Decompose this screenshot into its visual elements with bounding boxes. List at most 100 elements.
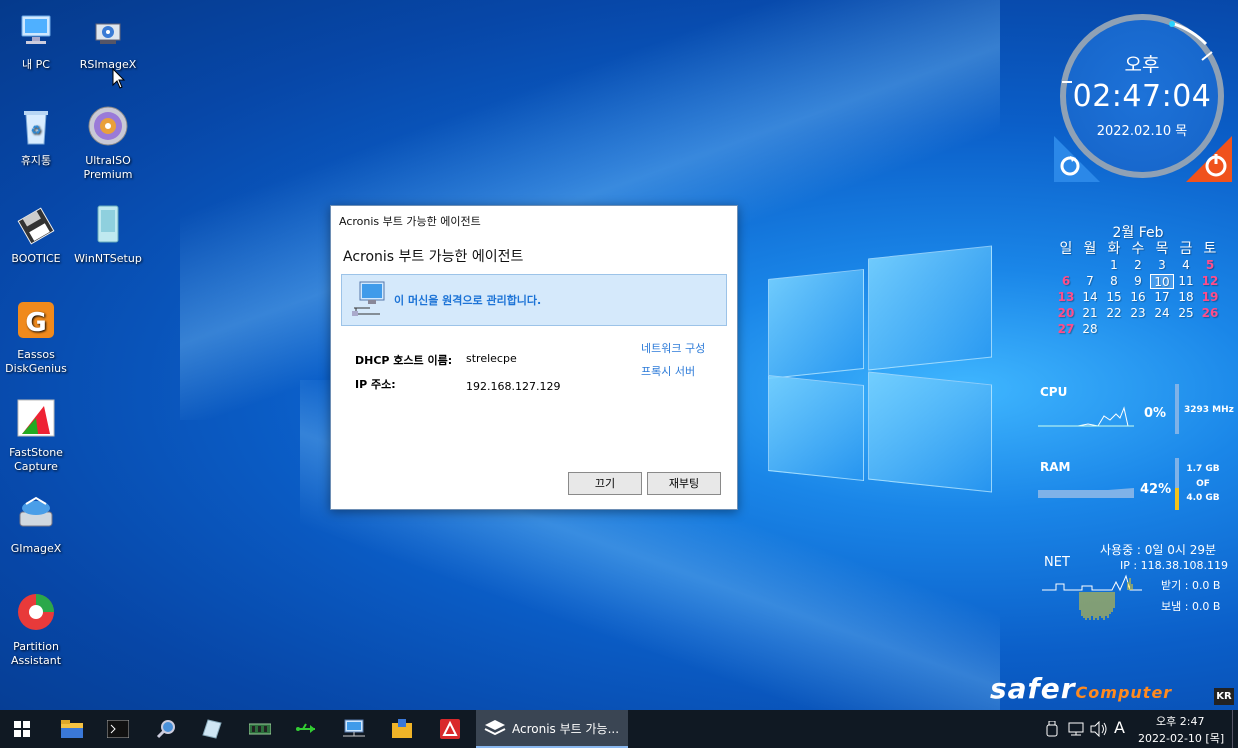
ip-address-label: IP 주소:	[355, 378, 396, 391]
folder-icon	[61, 720, 83, 738]
taskbar-active-window[interactable]: Acronis 부트 가능...	[476, 710, 628, 748]
ram-used: 1.7 GB	[1186, 464, 1220, 474]
desktop-icon-gimagex[interactable]: GImageX	[0, 494, 72, 556]
calendar-day[interactable]: 3	[1150, 258, 1174, 273]
calendar-day	[1078, 258, 1102, 273]
layers-icon	[484, 720, 506, 736]
desktop-icon-faststone[interactable]: FastStone Capture	[0, 398, 72, 474]
network-config-link[interactable]: 네트워크 구성	[641, 340, 705, 356]
calendar-day[interactable]: 11	[1174, 274, 1198, 289]
calendar-day[interactable]: 5	[1198, 258, 1222, 273]
ime-indicator[interactable]: KR	[1214, 688, 1234, 705]
desktop-icon-label: 휴지통	[20, 154, 52, 167]
proxy-server-link[interactable]: 프록시 서버	[641, 363, 695, 379]
calendar-day[interactable]: 6	[1054, 274, 1078, 289]
floppy-icon	[14, 204, 58, 248]
active-window-title: Acronis 부트 가능...	[512, 721, 620, 736]
calendar-day[interactable]: 21	[1078, 306, 1102, 321]
calendar-day[interactable]: 27	[1054, 322, 1078, 337]
calendar-widget: 2월 Feb 일 월 화 수 목 금 토 1 2 3 4 5 6 7 8 9 10 11 12 13 14 15 16 17 1…	[1054, 222, 1222, 337]
calendar-day	[1126, 322, 1150, 337]
calendar-day[interactable]: 1	[1102, 258, 1126, 273]
start-button[interactable]	[0, 710, 44, 748]
cpu-label: CPU	[1040, 385, 1068, 399]
calendar-day	[1198, 322, 1222, 337]
net-uptime: 사용중 : 0일 0시 29분	[1100, 543, 1217, 557]
calendar-day[interactable]: 17	[1150, 290, 1174, 305]
ram-total: 4.0 GB	[1186, 493, 1220, 503]
network-monitor-icon	[343, 719, 365, 737]
desktop-icon-recycle-bin[interactable]: ♻ 휴지통	[0, 106, 72, 168]
shutdown-button[interactable]: 끄기	[568, 472, 642, 495]
taskbar-search[interactable]	[144, 710, 188, 748]
calendar-day[interactable]: 23	[1126, 306, 1150, 321]
network-tray-icon[interactable]	[1068, 722, 1084, 736]
calendar-day[interactable]: 2	[1126, 258, 1150, 273]
power-icon	[1186, 136, 1232, 182]
taskbar-clock-time[interactable]: 오후 2:47	[1156, 713, 1204, 729]
show-desktop-button[interactable]	[1232, 710, 1238, 748]
taskbar-notepad[interactable]	[190, 710, 234, 748]
calendar-day[interactable]: 16	[1126, 290, 1150, 305]
desktop-icon-diskgenius[interactable]: G Eassos DiskGenius	[0, 300, 72, 376]
calendar-weekday: 수	[1131, 241, 1145, 257]
taskbar-acronis-app[interactable]	[428, 710, 472, 748]
calendar-day[interactable]: 14	[1078, 290, 1102, 305]
calendar-day[interactable]: 20	[1054, 306, 1078, 321]
calendar-day[interactable]: 24	[1150, 306, 1174, 321]
calendar-day[interactable]: 22	[1102, 306, 1126, 321]
calendar-day[interactable]: 18	[1174, 290, 1198, 305]
calendar-grid: 일 월 화 수 목 금 토 1 2 3 4 5 6 7 8 9 10 11 12 13 14 15 16 17 18 19 20 21…	[1054, 242, 1222, 337]
taskbar-file-explorer[interactable]	[50, 710, 94, 748]
ram-label: RAM	[1040, 460, 1071, 474]
calendar-day[interactable]: 10	[1150, 274, 1174, 289]
calendar-month-title: 2월 Feb	[1112, 225, 1164, 241]
calendar-day[interactable]: 28	[1078, 322, 1102, 337]
banner-text: 이 머신을 원격으로 관리합니다.	[394, 294, 542, 307]
restart-button[interactable]	[1052, 136, 1100, 182]
reboot-button[interactable]: 재부팅	[647, 472, 721, 495]
usb-icon	[296, 723, 315, 733]
taskbar-memory-tool[interactable]	[238, 710, 282, 748]
calendar-day[interactable]: 4	[1174, 258, 1198, 273]
calendar-day[interactable]: 25	[1174, 306, 1198, 321]
mouse-cursor-icon	[112, 68, 126, 89]
input-language-indicator[interactable]: A	[1114, 718, 1125, 737]
taskbar-network-tool[interactable]	[332, 710, 376, 748]
calendar-day[interactable]: 19	[1198, 290, 1222, 305]
taskbar-setup-tool[interactable]	[380, 710, 424, 748]
calendar-weekday: 금	[1179, 241, 1193, 257]
installer-box-icon	[392, 719, 412, 738]
taskbar-usb-tool[interactable]	[284, 710, 328, 748]
calendar-weekday: 월	[1083, 241, 1097, 257]
winntsetup-icon	[86, 204, 130, 248]
desktop-icon-winntsetup[interactable]: WinNTSetup	[72, 204, 144, 266]
usb-drive-icon[interactable]	[1046, 721, 1058, 737]
calendar-day[interactable]: 12	[1198, 274, 1222, 289]
taskbar-command-prompt[interactable]	[96, 710, 140, 748]
desktop-icon-label: BOOTICE	[11, 252, 61, 265]
network-computer-icon	[350, 278, 386, 322]
calendar-day[interactable]: 8	[1102, 274, 1126, 289]
gimagex-icon	[14, 494, 58, 538]
calendar-day[interactable]: 15	[1102, 290, 1126, 305]
calendar-day[interactable]: 13	[1054, 290, 1078, 305]
taskbar-clock-date[interactable]: 2022-02-10 [목]	[1138, 730, 1224, 746]
rsimagex-icon	[86, 10, 130, 54]
desktop-icon-rsimagex[interactable]: RSImageX	[72, 10, 144, 72]
volume-icon[interactable]	[1090, 721, 1108, 737]
calendar-weekday: 목	[1155, 241, 1169, 257]
calendar-day[interactable]: 26	[1198, 306, 1222, 321]
power-button[interactable]	[1186, 136, 1232, 182]
net-sent: 보냄 : 0.0 B	[1161, 600, 1221, 613]
ram-chip-icon	[249, 723, 271, 735]
desktop-icon-this-pc[interactable]: 내 PC	[0, 10, 72, 72]
dialog-title-bar: Acronis 부트 가능한 에이전트	[339, 215, 481, 228]
desktop-icon-ultraiso[interactable]: UltraISO Premium	[72, 106, 144, 182]
desktop-icon-partition-assistant[interactable]: Partition Assistant	[0, 592, 72, 668]
calendar-day[interactable]: 9	[1126, 274, 1150, 289]
calendar-day[interactable]: 7	[1078, 274, 1102, 289]
cpu-level-bar	[1175, 384, 1179, 434]
cpu-usage-value: 0%	[1144, 406, 1167, 421]
desktop-icon-bootice[interactable]: BOOTICE	[0, 204, 72, 266]
